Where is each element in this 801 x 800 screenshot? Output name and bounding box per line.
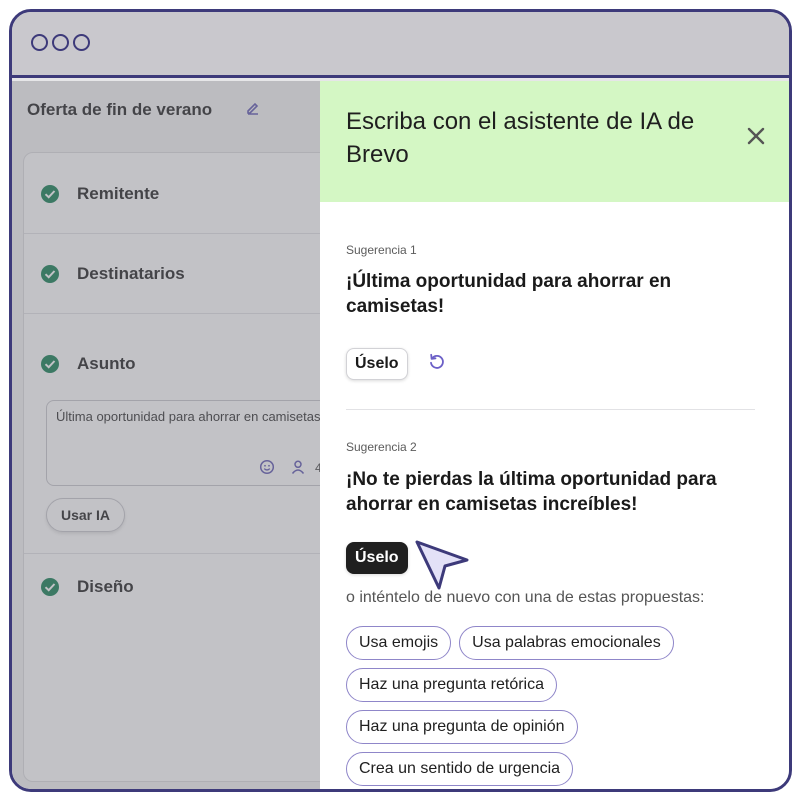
modal-backdrop[interactable]: [12, 81, 323, 789]
window-dot[interactable]: [52, 34, 69, 51]
suggestion-label: Sugerencia 1: [346, 243, 417, 257]
proposal-chip[interactable]: Crea un sentido de urgencia: [346, 752, 574, 786]
proposal-chip[interactable]: Usa emojis: [346, 626, 452, 660]
regenerate-icon[interactable]: [428, 353, 446, 371]
ai-assistant-panel: Escriba con el asistente de IA de Brevo …: [320, 81, 789, 789]
chip-row: Usa emojis Usa palabras emocionales: [346, 626, 766, 660]
cursor-icon: [415, 540, 469, 590]
suggestion-text: ¡No te pierdas la última oportunidad par…: [346, 469, 717, 515]
suggestion-label: Sugerencia 2: [346, 440, 417, 454]
proposal-chip[interactable]: Usa palabras emocionales: [459, 626, 674, 660]
use-suggestion-button[interactable]: Úselo: [346, 348, 408, 380]
divider: [346, 409, 755, 410]
proposal-chip[interactable]: Haz una pregunta de opinión: [346, 710, 578, 744]
chip-row: Haz una pregunta de opinión: [346, 710, 766, 744]
retry-prompt: o inténtelo de nuevo con una de estas pr…: [346, 589, 705, 606]
window-dot[interactable]: [31, 34, 48, 51]
proposal-chips: Usa emojis Usa palabras emocionales Haz …: [346, 626, 766, 789]
chip-row: Crea un sentido de urgencia: [346, 752, 766, 786]
title-bar: [12, 12, 789, 78]
panel-header: Escriba con el asistente de IA de Brevo: [320, 81, 789, 202]
browser-window: Oferta de fin de verano Remitente Destin…: [9, 9, 792, 792]
window-dot[interactable]: [73, 34, 90, 51]
proposal-chip[interactable]: Haz una pregunta retórica: [346, 668, 557, 702]
use-suggestion-button[interactable]: Úselo: [346, 542, 408, 574]
suggestion-text: ¡Última oportunidad para ahorrar en cami…: [346, 271, 672, 317]
close-icon[interactable]: [747, 127, 765, 145]
panel-title: Escriba con el asistente de IA de Brevo: [346, 108, 695, 168]
chip-row: Haz una pregunta retórica: [346, 668, 766, 702]
window-controls: [31, 34, 90, 51]
